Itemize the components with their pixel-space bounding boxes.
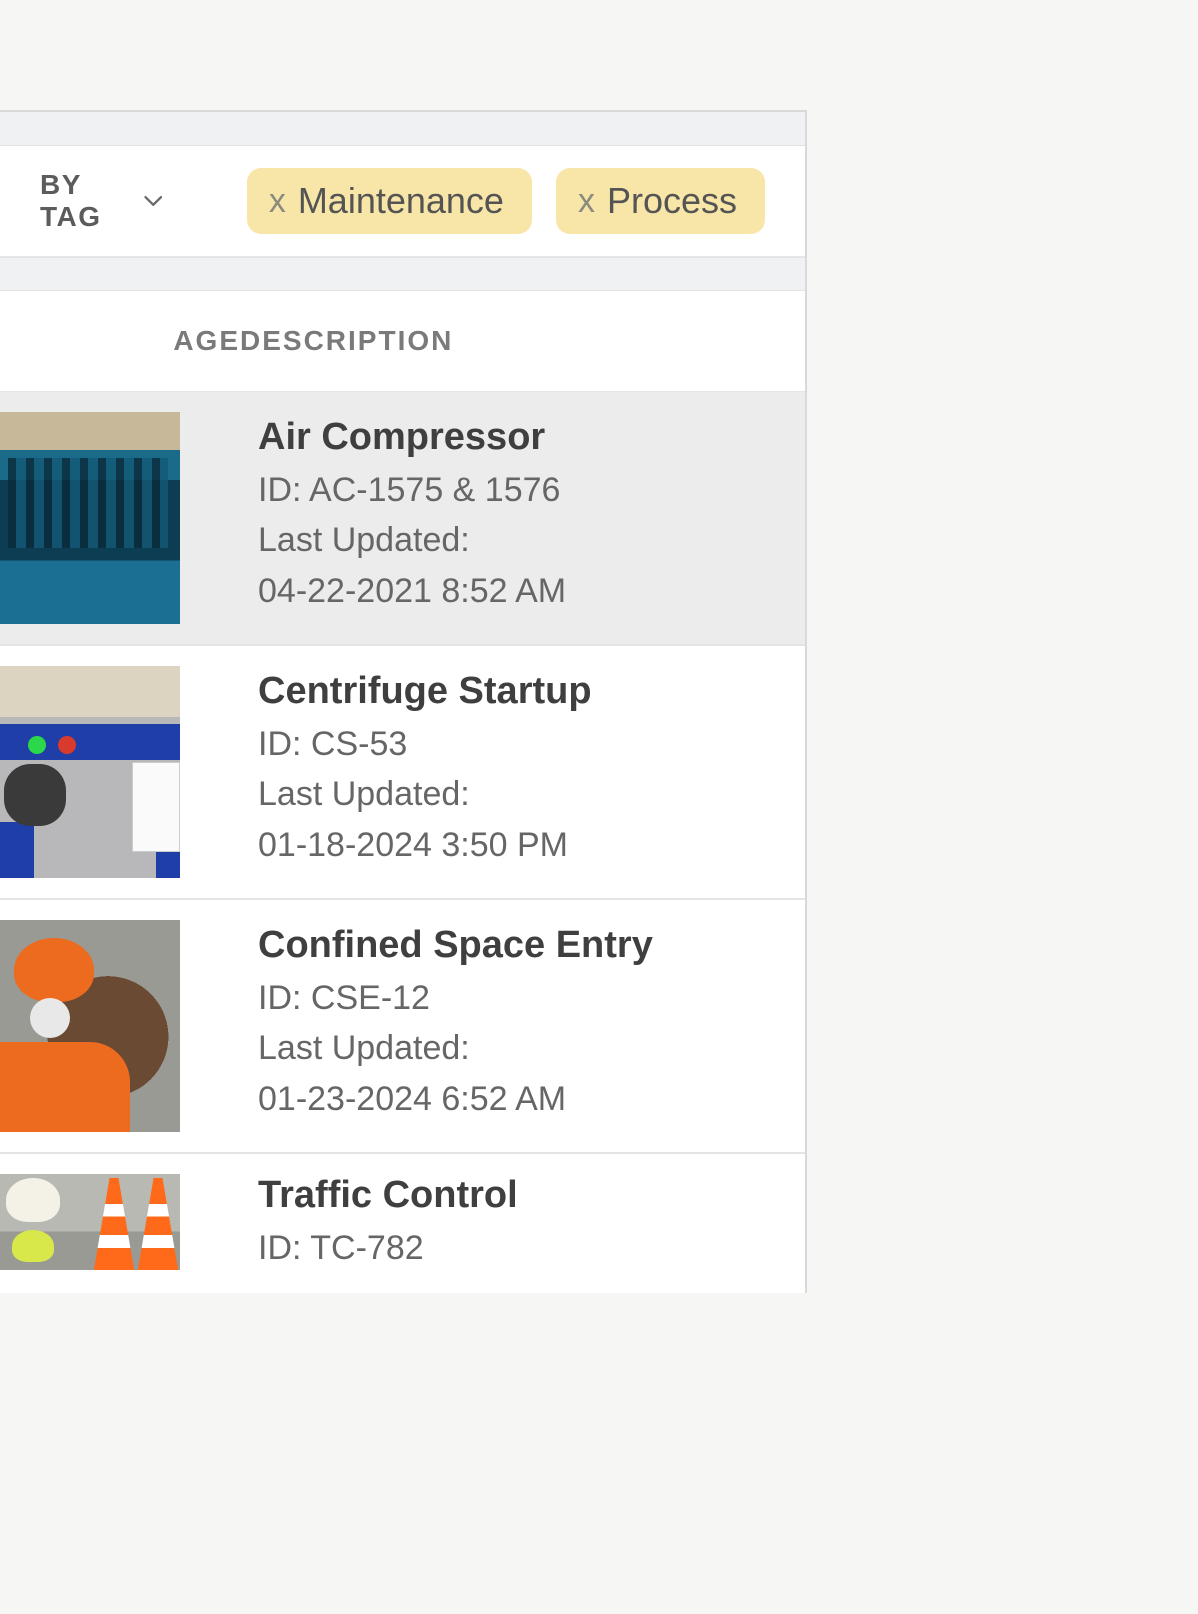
item-id: ID: CS-53 xyxy=(258,719,592,769)
column-header-image: AGE xyxy=(0,325,240,357)
item-description: Centrifuge Startup ID: CS-53 Last Update… xyxy=(180,666,592,870)
chip-label: Process xyxy=(607,180,737,222)
item-thumbnail xyxy=(0,1174,180,1270)
item-thumbnail xyxy=(0,412,180,624)
section-spacer xyxy=(0,257,805,291)
item-list: Air Compressor ID: AC-1575 & 1576 Last U… xyxy=(0,392,805,1293)
item-updated-label: Last Updated: xyxy=(258,515,566,565)
item-title: Air Compressor xyxy=(258,416,566,459)
list-item[interactable]: Air Compressor ID: AC-1575 & 1576 Last U… xyxy=(0,392,805,646)
chip-remove-icon[interactable]: x xyxy=(269,184,286,218)
filter-dropdown-label: BY TAG xyxy=(40,169,134,233)
chevron-down-icon xyxy=(144,194,163,208)
item-updated-label: Last Updated: xyxy=(258,769,592,819)
item-updated-label: Last Updated: xyxy=(258,1023,653,1073)
list-item[interactable]: Traffic Control ID: TC-782 xyxy=(0,1154,805,1293)
chip-remove-icon[interactable]: x xyxy=(578,184,595,218)
filter-chip-process[interactable]: x Process xyxy=(556,168,765,234)
item-id: ID: CSE-12 xyxy=(258,973,653,1023)
filter-bar: BY TAG x Maintenance x Process xyxy=(0,146,805,257)
item-description: Traffic Control ID: TC-782 xyxy=(180,1174,518,1273)
item-description: Confined Space Entry ID: CSE-12 Last Upd… xyxy=(180,920,653,1124)
column-header-row: AGE DESCRIPTION xyxy=(0,291,805,392)
item-title: Centrifuge Startup xyxy=(258,670,592,713)
item-title: Confined Space Entry xyxy=(258,924,653,967)
item-title: Traffic Control xyxy=(258,1174,518,1217)
list-item[interactable]: Centrifuge Startup ID: CS-53 Last Update… xyxy=(0,646,805,900)
item-id: ID: AC-1575 & 1576 xyxy=(258,465,566,515)
item-updated-value: 01-23-2024 6:52 AM xyxy=(258,1074,653,1124)
item-description: Air Compressor ID: AC-1575 & 1576 Last U… xyxy=(180,412,566,616)
item-updated-value: 01-18-2024 3:50 PM xyxy=(258,820,592,870)
item-thumbnail xyxy=(0,920,180,1132)
filter-chip-maintenance[interactable]: x Maintenance xyxy=(247,168,532,234)
list-item[interactable]: Confined Space Entry ID: CSE-12 Last Upd… xyxy=(0,900,805,1154)
filter-chips: x Maintenance x Process xyxy=(247,168,765,234)
item-id: ID: TC-782 xyxy=(258,1223,518,1273)
chip-label: Maintenance xyxy=(298,180,504,222)
item-updated-value: 04-22-2021 8:52 AM xyxy=(258,566,566,616)
column-header-description: DESCRIPTION xyxy=(240,325,453,357)
list-panel: BY TAG x Maintenance x Process AGE DESCR… xyxy=(0,110,807,1293)
filter-by-tag-dropdown[interactable]: BY TAG xyxy=(40,169,163,233)
top-spacer xyxy=(0,112,805,146)
item-thumbnail xyxy=(0,666,180,878)
